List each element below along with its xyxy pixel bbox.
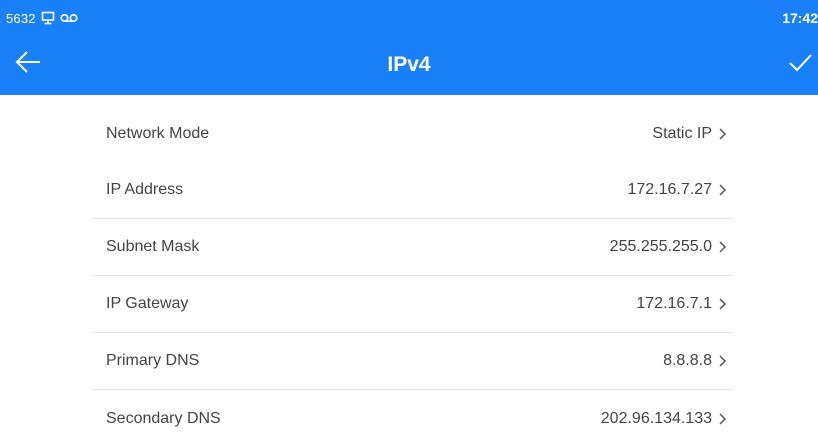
chevron-right-icon xyxy=(719,355,727,367)
checkmark-icon xyxy=(789,54,812,72)
row-ip-gateway[interactable]: IP Gateway 172.16.7.1 xyxy=(92,276,733,333)
row-label: Subnet Mask xyxy=(106,238,200,255)
chevron-right-icon xyxy=(719,241,727,253)
row-value: 255.255.255.0 xyxy=(609,238,712,255)
chevron-right-icon xyxy=(719,298,727,310)
row-ip-address[interactable]: IP Address 172.16.7.27 xyxy=(92,162,733,219)
row-label: Network Mode xyxy=(106,124,210,142)
status-bar-left: 5632 xyxy=(6,9,78,27)
row-primary-dns[interactable]: Primary DNS 8.8.8.8 xyxy=(92,333,733,390)
monitor-icon xyxy=(41,11,55,25)
row-secondary-dns[interactable]: Secondary DNS 202.96.134.133 xyxy=(92,390,733,441)
voicemail-icon xyxy=(60,13,78,23)
ipv4-settings-screen: 5632 17:42 IPv4 Network Mode Static IP I… xyxy=(0,0,818,441)
status-number: 5632 xyxy=(6,10,36,26)
row-value: 202.96.134.133 xyxy=(600,409,712,427)
status-time: 17:42 xyxy=(782,10,818,26)
row-network-mode[interactable]: Network Mode Static IP xyxy=(92,105,733,162)
settings-list: Network Mode Static IP IP Address 172.16… xyxy=(92,105,733,441)
chevron-right-icon xyxy=(719,184,727,196)
chevron-right-icon xyxy=(719,127,727,140)
page-title: IPv4 xyxy=(387,53,431,76)
row-subnet-mask[interactable]: Subnet Mask 255.255.255.0 xyxy=(92,219,733,276)
row-label: IP Address xyxy=(106,181,184,198)
confirm-button[interactable] xyxy=(786,50,814,76)
app-header: 5632 17:42 IPv4 xyxy=(0,0,818,95)
chevron-right-icon xyxy=(719,412,727,425)
row-value: 172.16.7.1 xyxy=(636,295,712,312)
row-label: IP Gateway xyxy=(106,295,189,312)
row-label: Secondary DNS xyxy=(106,409,221,427)
row-value: 8.8.8.8 xyxy=(663,352,712,369)
row-value: 172.16.7.27 xyxy=(627,181,712,198)
row-label: Primary DNS xyxy=(106,352,200,369)
row-value: Static IP xyxy=(652,124,712,142)
